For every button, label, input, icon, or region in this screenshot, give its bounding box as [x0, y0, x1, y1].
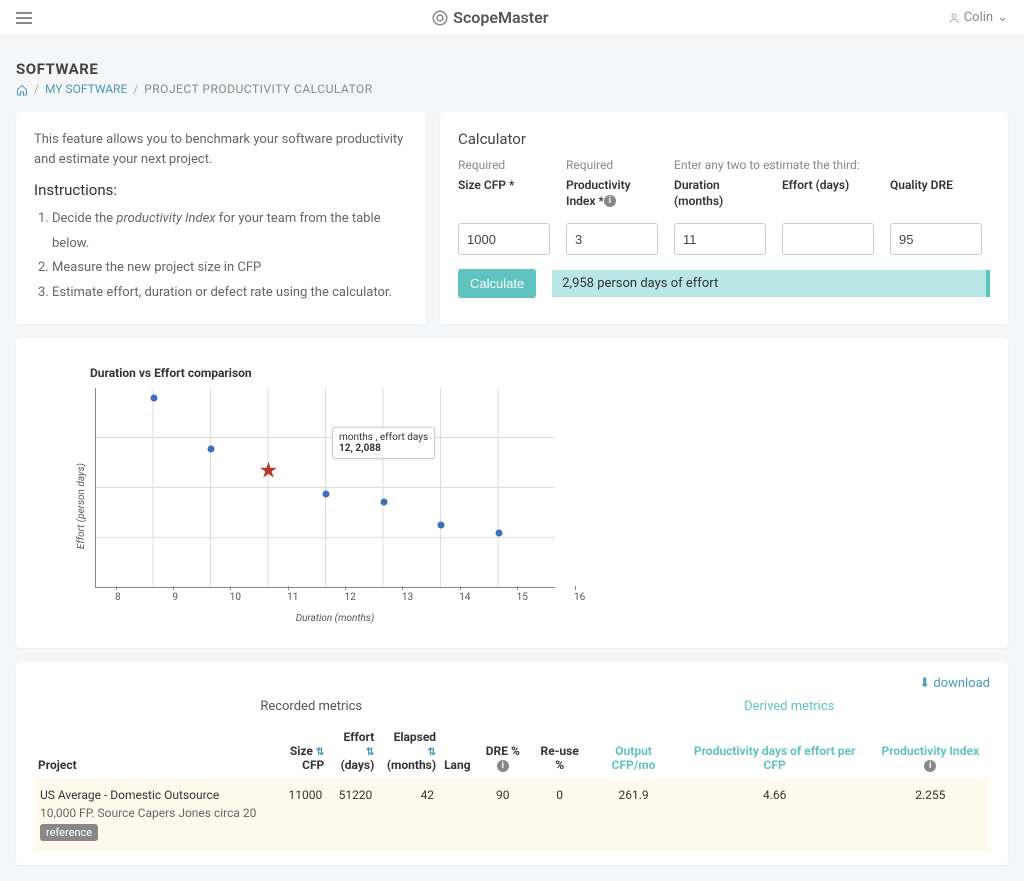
- duration-input[interactable]: [674, 223, 766, 255]
- chart-star-point[interactable]: ★: [259, 459, 279, 484]
- calculate-button[interactable]: Calculate: [458, 269, 536, 298]
- instruction-3: Estimate effort, duration or defect rate…: [52, 281, 408, 306]
- label-required-1: Required: [458, 158, 550, 172]
- chart-point[interactable]: [150, 394, 157, 401]
- user-name: Colin: [964, 10, 993, 25]
- cell-dre: 90: [475, 778, 531, 851]
- th-prod-index[interactable]: Productivity Index i: [871, 724, 990, 778]
- th-reuse[interactable]: Re-use %: [531, 724, 588, 778]
- breadcrumb-my-software[interactable]: MY SOFTWARE: [45, 82, 127, 96]
- th-prod-days[interactable]: Productivity days of effort per CFP: [679, 724, 871, 778]
- cell-elapsed: 42: [378, 778, 440, 851]
- effort-input[interactable]: [782, 223, 874, 255]
- project-name: US Average - Domestic Outsource: [40, 788, 277, 802]
- breadcrumb: / MY SOFTWARE / PROJECT PRODUCTIVITY CAL…: [16, 82, 1008, 96]
- sort-icon: ⇅: [366, 747, 374, 758]
- prod-input[interactable]: [566, 223, 658, 255]
- user-menu[interactable]: Colin ⌄: [948, 10, 1008, 25]
- label-required-2: Required: [566, 158, 658, 172]
- home-icon[interactable]: [16, 82, 28, 96]
- menu-button[interactable]: [16, 12, 32, 24]
- th-elapsed[interactable]: Elapsed ⇅(months): [378, 724, 440, 778]
- quality-input[interactable]: [890, 223, 982, 255]
- y-axis-label: Effort (person days): [76, 463, 87, 549]
- sort-icon: ⇅: [428, 747, 436, 758]
- chart-card: Duration vs Effort comparison Effort (pe…: [16, 338, 1008, 648]
- th-dre[interactable]: DRE % i: [475, 724, 531, 778]
- cell-prod-index: 2.255: [871, 778, 990, 851]
- user-icon: [948, 12, 960, 24]
- instructions-card: This feature allows you to benchmark you…: [16, 112, 426, 324]
- project-sub: 10,000 FP. Source Capers Jones circa 20: [40, 806, 277, 820]
- chart-point[interactable]: [438, 521, 445, 528]
- field-label-effort: Effort (days): [782, 178, 874, 194]
- label-any-two: Enter any two to estimate the third:: [674, 158, 990, 172]
- th-effort[interactable]: Effort ⇅(days): [328, 724, 378, 778]
- calculator-card: Calculator Required Required Enter any t…: [440, 112, 1008, 324]
- chart-point[interactable]: [323, 490, 330, 497]
- cell-size: 11000: [283, 778, 329, 851]
- info-icon[interactable]: i: [604, 195, 616, 207]
- reference-badge: reference: [40, 824, 98, 841]
- sort-icon: ⇅: [316, 747, 324, 758]
- cell-prod-days: 4.66: [679, 778, 871, 851]
- x-axis-ticks: 8910111213141516: [115, 588, 575, 603]
- breadcrumb-current: PROJECT PRODUCTIVITY CALCULATOR: [144, 82, 372, 96]
- instruction-1: Decide the productivity Index for your t…: [52, 207, 408, 256]
- th-lang[interactable]: Lang: [440, 724, 475, 778]
- cell-lang: [440, 778, 475, 851]
- cell-reuse: 0: [531, 778, 588, 851]
- cell-output: 261.9: [588, 778, 678, 851]
- chart-point[interactable]: [208, 445, 215, 452]
- field-label-quality: Quality DRE: [890, 178, 982, 194]
- cell-effort: 51220: [328, 778, 378, 851]
- field-label-size: Size CFP *: [458, 178, 550, 194]
- table-card: ⬇ download Recorded metrics Derived metr…: [16, 662, 1008, 865]
- x-axis-label: Duration (months): [95, 613, 575, 624]
- derived-metrics-header: Derived metrics: [588, 699, 990, 714]
- chart-tooltip: months , effort days12, 2,088: [332, 427, 435, 459]
- scatter-plot: ★ months , effort days12, 2,088: [95, 388, 555, 588]
- brand-name: ScopeMaster: [453, 8, 548, 27]
- instruction-2: Measure the new project size in CFP: [52, 256, 408, 281]
- size-input[interactable]: [458, 223, 550, 255]
- th-output[interactable]: Output CFP/mo: [588, 724, 678, 778]
- recorded-metrics-header: Recorded metrics: [34, 699, 588, 714]
- chart-point[interactable]: [380, 499, 387, 506]
- scope-icon: [431, 9, 449, 27]
- page-section-title: SOFTWARE: [16, 60, 1008, 78]
- th-size[interactable]: Size ⇅CFP: [283, 724, 329, 778]
- download-link[interactable]: ⬇ download: [34, 676, 990, 691]
- download-icon: ⬇: [919, 676, 930, 691]
- field-label-prod: Productivity Index *i: [566, 178, 658, 209]
- info-icon[interactable]: i: [924, 760, 936, 772]
- chart-title: Duration vs Effort comparison: [90, 366, 596, 380]
- th-project[interactable]: Project: [34, 724, 283, 778]
- chevron-down-icon: ⌄: [997, 10, 1008, 25]
- field-label-duration: Duration (months): [674, 178, 766, 209]
- chart-point[interactable]: [495, 530, 502, 537]
- table-row[interactable]: US Average - Domestic Outsource 10,000 F…: [34, 778, 990, 851]
- calculator-title: Calculator: [458, 130, 990, 148]
- intro-text: This feature allows you to benchmark you…: [34, 130, 408, 169]
- result-bar: 2,958 person days of effort: [552, 270, 990, 297]
- brand-logo: ScopeMaster: [431, 8, 548, 27]
- info-icon[interactable]: i: [497, 760, 509, 772]
- instructions-title: Instructions:: [34, 181, 408, 199]
